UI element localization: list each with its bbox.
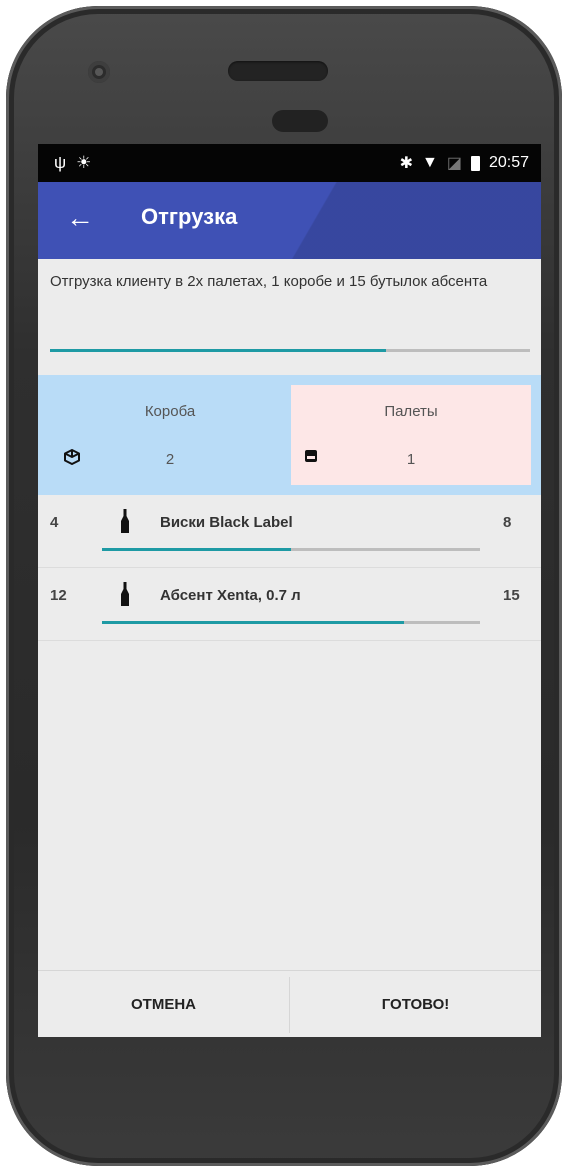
app-bar: ← Отгрузка: [38, 182, 541, 259]
overall-progress-fill: [50, 349, 386, 352]
shipment-description: Отгрузка клиенту в 2х палетах, 1 коробе …: [50, 273, 488, 290]
item-total: 15: [503, 587, 520, 604]
done-button[interactable]: ГОТОВО!: [290, 971, 541, 1037]
status-bar: ψ☀ ✱ ▼ ◪ 20:57: [38, 144, 541, 182]
boxes-count: 2: [165, 451, 175, 468]
item-progress-fill: [102, 621, 405, 624]
front-camera: [88, 61, 110, 83]
app-bar-shadow: [281, 182, 541, 259]
no-signal-icon: ◪: [446, 155, 462, 172]
action-bar: ОТМЕНА ГОТОВО!: [38, 970, 541, 1037]
wifi-icon: ▼: [421, 154, 438, 171]
bluetooth-icon: ✱: [399, 155, 413, 172]
status-right-icons: ✱ ▼ ◪ 20:57: [400, 153, 529, 173]
earpiece-speaker: [228, 61, 328, 81]
proximity-sensor: [272, 110, 328, 132]
app-screen: ψ☀ ✱ ▼ ◪ 20:57 ← Отгрузка Отгрузка клиен…: [38, 144, 541, 1037]
back-arrow-icon[interactable]: ←: [66, 200, 94, 236]
summary-tiles: Короба 2 Палеты 1: [38, 375, 541, 495]
list-item[interactable]: 4 Виски Black Label 8: [38, 495, 541, 568]
item-quantity: 12: [50, 587, 67, 604]
item-name: Виски Black Label: [160, 514, 293, 531]
overall-progress-bar: [50, 349, 530, 352]
item-name: Абсент Xenta, 0.7 л: [160, 587, 301, 604]
android-debug-icon: ☀: [76, 153, 102, 172]
page-title: Отгрузка: [141, 204, 238, 229]
list-item[interactable]: 12 Абсент Xenta, 0.7 л 15: [38, 568, 541, 641]
pallets-count: 1: [406, 451, 416, 468]
battery-icon: [470, 155, 480, 171]
status-left-icons: ψ☀: [54, 153, 101, 173]
boxes-label: Короба: [144, 403, 196, 420]
status-time: 20:57: [488, 154, 529, 171]
item-progress-bar: [102, 621, 480, 624]
cancel-button[interactable]: ОТМЕНА: [38, 971, 289, 1037]
boxes-tile[interactable]: Короба 2: [50, 385, 290, 485]
pallets-tile[interactable]: Палеты 1: [291, 385, 531, 485]
usb-icon: ψ: [54, 153, 77, 172]
bottle-icon: [120, 509, 130, 533]
item-total: 8: [503, 514, 512, 531]
item-quantity: 4: [50, 514, 59, 531]
bottle-icon: [120, 582, 130, 606]
item-progress-bar: [102, 548, 480, 551]
pallets-label: Палеты: [384, 403, 438, 420]
item-progress-fill: [102, 548, 291, 551]
